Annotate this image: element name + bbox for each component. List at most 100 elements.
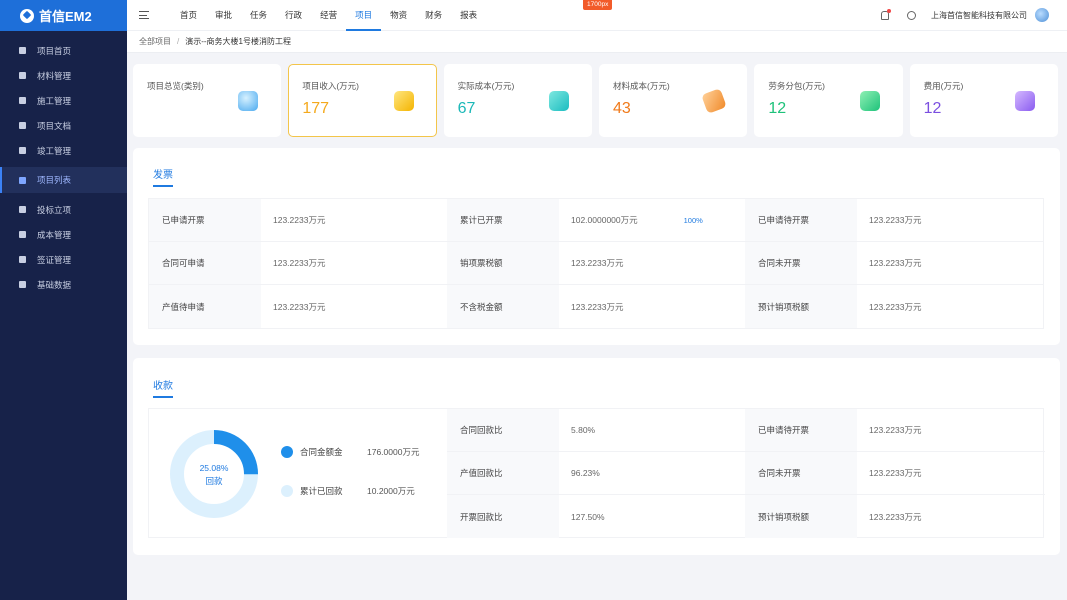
- sidebar-item-cost[interactable]: 成本管理: [0, 222, 127, 247]
- topnav-admin[interactable]: 行政: [276, 0, 311, 31]
- field-value: 123.2233万元: [273, 258, 326, 268]
- sidebar-item-base-data[interactable]: 基础数据: [0, 272, 127, 297]
- field-value: 123.2233万元: [869, 468, 922, 478]
- table-row: 产值待申请 123.2233万元 不含税金额 123.2233万元 预计销项税额…: [149, 285, 1043, 328]
- donut-legend: 合同金额金 176.0000万元 累计已回款 10.2000万元: [281, 445, 419, 523]
- bell-icon[interactable]: [881, 8, 891, 20]
- sidebar-item-visa[interactable]: 签证管理: [0, 247, 127, 272]
- card-actual-cost[interactable]: 实际成本(万元) 67: [443, 64, 592, 137]
- logo-icon: [20, 8, 34, 23]
- card-labor-subcontract[interactable]: 劳务分包(万元) 12: [754, 64, 903, 137]
- field-label: 产值待申请: [149, 285, 261, 328]
- sidebar-item-project-home[interactable]: 项目首页: [0, 38, 127, 63]
- breadcrumb: 全部项目 / 演示--商务大楼1号楼消防工程: [127, 31, 1067, 53]
- width-badge: 1700px: [583, 0, 613, 10]
- sidebar-item-documents[interactable]: 项目文档: [0, 113, 127, 138]
- checklist-icon: [19, 147, 26, 154]
- topnav-business[interactable]: 经营: [311, 0, 346, 31]
- field-value: 123.2233万元: [869, 301, 922, 312]
- donut-area: 25.08% 回款 合同金额金 176.0000万元 累计已回款 10.2000…: [149, 409, 447, 539]
- table-row: 开票回款比 127.50% 预计销项税额 123.2233万元: [447, 495, 1045, 538]
- field-value: 123.2233万元: [869, 215, 922, 225]
- field-label: 预计销项税额: [745, 285, 857, 328]
- topnav-approval[interactable]: 审批: [206, 0, 241, 31]
- avatar[interactable]: [1035, 8, 1049, 22]
- sidebar-item-materials[interactable]: 材料管理: [0, 63, 127, 88]
- sidebar-item-bidding[interactable]: 投标立项: [0, 197, 127, 222]
- table-row: 已申请开票 123.2233万元 累计已开票 102.0000000万元 100%…: [149, 199, 1043, 242]
- collection-panel: 收款 25.08% 回款 合同金额金 176.0000万元 累计已回款 10.2…: [133, 358, 1060, 555]
- folder-icon: [393, 91, 414, 111]
- topnav-finance[interactable]: 财务: [416, 0, 451, 31]
- water-drop-icon: [238, 91, 259, 111]
- box-icon: [19, 72, 26, 79]
- sidebar-nav: 项目首页 材料管理 施工管理 项目文档 竣工管理 项目列表 投标立项 成本管理 …: [0, 38, 127, 297]
- sidebar: 首信EM2 项目首页 材料管理 施工管理 项目文档 竣工管理 项目列表 投标立项…: [0, 0, 127, 600]
- menu-toggle-icon[interactable]: [139, 11, 149, 19]
- app-logo[interactable]: 首信EM2: [0, 0, 127, 31]
- collection-title: 收款: [153, 377, 173, 398]
- sidebar-item-construction[interactable]: 施工管理: [0, 88, 127, 113]
- settings-icon[interactable]: [907, 10, 916, 20]
- legend-item: 累计已回款 10.2000万元: [281, 484, 419, 498]
- field-label: 销项票税额: [447, 242, 559, 284]
- card-overview[interactable]: 项目总览(类别): [133, 64, 282, 137]
- field-label: 累计已开票: [447, 199, 559, 241]
- table-row: 产值回款比 96.23% 合同未开票 123.2233万元: [447, 452, 1045, 495]
- collection-donut-chart: 25.08% 回款: [170, 430, 258, 518]
- field-value: 123.2233万元: [273, 215, 326, 225]
- topnav-materials[interactable]: 物资: [381, 0, 416, 31]
- topnav-home[interactable]: 首页: [171, 0, 206, 31]
- topnav-project[interactable]: 项目: [346, 0, 382, 31]
- legend-value: 176.0000万元: [367, 447, 420, 457]
- table-row: 合同可申请 123.2233万元 销项票税额 123.2233万元 合同未开票 …: [149, 242, 1043, 285]
- invoice-panel: 发票 已申请开票 123.2233万元 累计已开票 102.0000000万元 1…: [133, 148, 1060, 345]
- company-name[interactable]: 上海首信智能科技有限公司: [931, 10, 1027, 21]
- top-right-tools: 上海首信智能科技有限公司: [881, 8, 1067, 22]
- sidebar-item-completion[interactable]: 竣工管理: [0, 138, 127, 163]
- field-label: 产值回款比: [447, 452, 559, 494]
- field-label: 合同回款比: [447, 409, 559, 451]
- field-label: 合同未开票: [745, 452, 857, 494]
- donut-percent-label: 25.08%: [200, 463, 229, 473]
- legend-name: 累计已回款: [300, 486, 343, 496]
- card-expenses[interactable]: 费用(万元) 12: [909, 64, 1058, 137]
- breadcrumb-separator: /: [177, 37, 180, 46]
- invoice-grid: 已申请开票 123.2233万元 累计已开票 102.0000000万元 100%…: [148, 198, 1044, 329]
- field-value: 123.2233万元: [571, 258, 624, 268]
- field-label: 合同可申请: [149, 242, 261, 284]
- donut-center-label: 回款: [205, 476, 223, 486]
- legend-name: 合同金额金: [300, 447, 343, 457]
- topnav-reports[interactable]: 报表: [451, 0, 486, 31]
- card-material-cost[interactable]: 材料成本(万元) 43: [598, 64, 748, 137]
- field-value: 5.80%: [571, 425, 596, 435]
- database-icon: [19, 281, 26, 288]
- field-value: 123.2233万元: [869, 511, 922, 522]
- pie-icon: [19, 256, 26, 263]
- summary-cards: 项目总览(类别) 项目收入(万元) 177 实际成本(万元) 67 材料成本(万…: [133, 64, 1058, 137]
- card-income[interactable]: 项目收入(万元) 177: [288, 64, 437, 137]
- field-value: 123.2233万元: [869, 425, 922, 435]
- legend-dot: [281, 485, 293, 497]
- field-value: 123.2233万元: [571, 301, 624, 312]
- legend-value: 10.2000万元: [367, 486, 415, 496]
- field-value: 123.2233万元: [273, 301, 326, 312]
- coin-icon: [19, 231, 26, 238]
- field-label: 已申请待开票: [745, 199, 857, 241]
- home-icon: [19, 47, 26, 54]
- legend-dot: [281, 446, 293, 458]
- field-label: 已申请开票: [149, 199, 261, 241]
- topnav-tasks[interactable]: 任务: [241, 0, 276, 31]
- breadcrumb-root[interactable]: 全部项目: [139, 36, 171, 47]
- field-label: 合同未开票: [745, 242, 857, 284]
- field-label: 预计销项税额: [745, 495, 857, 538]
- target-icon: [19, 206, 26, 213]
- table-row: 合同回款比 5.80% 已申请待开票 123.2233万元: [447, 409, 1045, 452]
- document-icon: [19, 122, 26, 129]
- sidebar-item-project-list[interactable]: 项目列表: [0, 167, 127, 193]
- field-value: 123.2233万元: [869, 258, 922, 268]
- field-value: 102.0000000万元: [571, 215, 638, 225]
- field-label: 已申请待开票: [745, 409, 857, 451]
- collection-box: 25.08% 回款 合同金额金 176.0000万元 累计已回款 10.2000…: [148, 408, 1045, 539]
- field-label: 不含税金额: [447, 285, 559, 328]
